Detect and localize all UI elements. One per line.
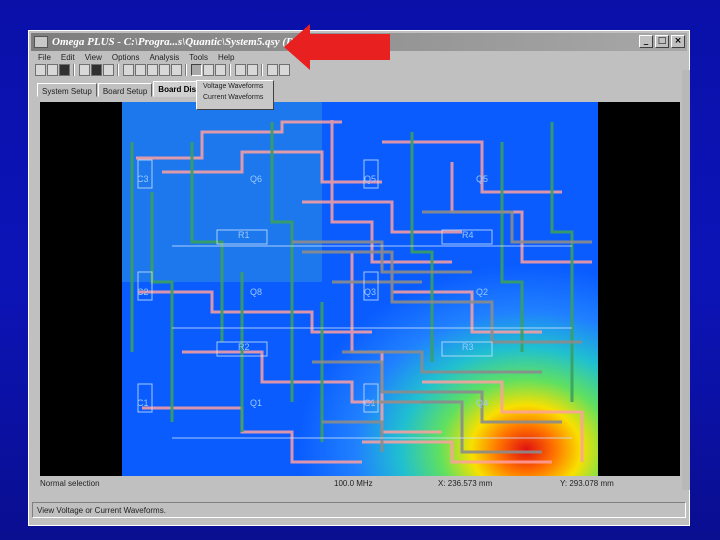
signal-icon[interactable]: [171, 64, 182, 76]
tab-system-setup[interactable]: System Setup: [37, 83, 97, 97]
red-arrow-icon: [284, 24, 390, 70]
menu-item-voltage-waveforms[interactable]: Voltage Waveforms: [197, 81, 273, 92]
label-q1: Q1: [250, 398, 263, 408]
menu-tools[interactable]: Tools: [184, 51, 213, 65]
waveforms-dropdown-menu: Voltage Waveforms Current Waveforms: [196, 80, 274, 110]
open-folder-icon[interactable]: [47, 64, 58, 76]
printer-icon[interactable]: [235, 64, 246, 76]
toolbar-separator: [229, 64, 231, 76]
label-q5b: Q5: [476, 174, 489, 184]
toolbar-separator: [185, 64, 187, 76]
menu-view[interactable]: View: [80, 51, 107, 65]
minimize-button[interactable]: _: [639, 35, 653, 48]
menu-bar: File Edit View Options Analysis Tools He…: [33, 51, 239, 65]
toolbar-separator: [73, 64, 75, 76]
status-frequency: 100.0 MHz: [334, 479, 373, 488]
status-mode: Normal selection: [40, 479, 100, 488]
menu-edit[interactable]: Edit: [56, 51, 80, 65]
label-r4: R4: [462, 230, 474, 240]
status-x-coordinate: X: 236.573 mm: [438, 479, 493, 488]
table-icon[interactable]: [247, 64, 258, 76]
waveform-icon[interactable]: [191, 64, 202, 76]
hint-bar: View Voltage or Current Waveforms.: [32, 502, 686, 518]
toolbar-separator: [261, 64, 263, 76]
view-icon[interactable]: [79, 64, 90, 76]
toolbar-separator: [117, 64, 119, 76]
label-q4: Q4: [476, 398, 489, 408]
label-c2: C2: [137, 287, 149, 297]
chart-icon[interactable]: [123, 64, 134, 76]
label-q8: Q8: [250, 287, 263, 297]
close-button[interactable]: ×: [671, 35, 685, 48]
label-c1: C1: [137, 398, 149, 408]
colors-icon[interactable]: [159, 64, 170, 76]
label-r3: R3: [462, 342, 474, 352]
status-bar: Normal selection 100.0 MHz X: 236.573 mm…: [38, 477, 682, 491]
save-icon[interactable]: [59, 64, 70, 76]
vertical-scrollbar[interactable]: [682, 70, 690, 490]
menu-analysis[interactable]: Analysis: [144, 51, 184, 65]
print-preview-icon[interactable]: [267, 64, 278, 76]
layers-icon[interactable]: [103, 64, 114, 76]
board-icon[interactable]: [91, 64, 102, 76]
app-icon: [34, 36, 48, 48]
maximize-button[interactable]: □: [655, 35, 669, 48]
status-y-coordinate: Y: 293.078 mm: [560, 479, 614, 488]
label-q5: Q5: [364, 174, 377, 184]
hint-text: View Voltage or Current Waveforms.: [37, 506, 166, 515]
board-heatmap[interactable]: [122, 102, 598, 476]
tab-board-setup[interactable]: Board Setup: [97, 83, 153, 97]
tab-strip: System Setup Board Setup Board Disp: [37, 81, 207, 101]
label-q6: Q6: [250, 174, 263, 184]
label-r1: R1: [238, 230, 250, 240]
label-c3: C3: [137, 174, 149, 184]
menu-item-current-waveforms[interactable]: Current Waveforms: [197, 92, 273, 103]
probe-icon[interactable]: [203, 64, 214, 76]
label-c1b: C1: [364, 398, 376, 408]
label-r2: R2: [238, 342, 250, 352]
menu-options[interactable]: Options: [107, 51, 145, 65]
label-q2: Q2: [476, 287, 489, 297]
measure-icon[interactable]: [215, 64, 226, 76]
menu-help[interactable]: Help: [213, 51, 239, 65]
new-file-icon[interactable]: [35, 64, 46, 76]
bars-icon[interactable]: [135, 64, 146, 76]
label-q3: Q3: [364, 287, 377, 297]
menu-file[interactable]: File: [33, 51, 56, 65]
edit-icon[interactable]: [147, 64, 158, 76]
